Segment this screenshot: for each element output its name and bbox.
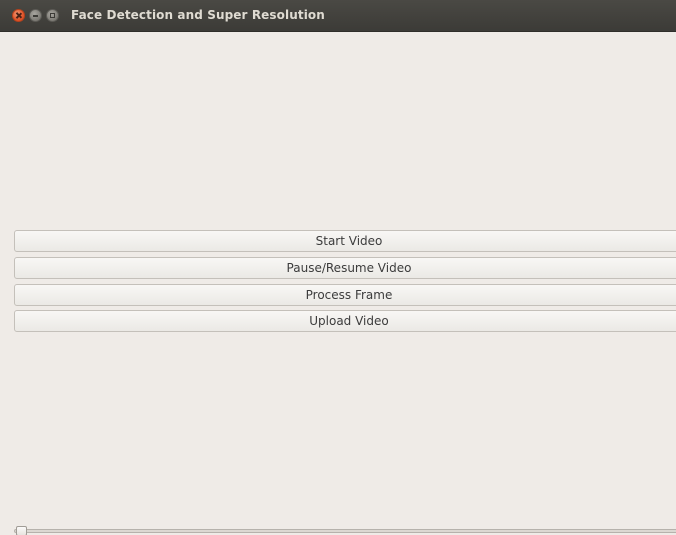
video-position-slider[interactable] bbox=[14, 526, 676, 535]
video-display bbox=[14, 32, 676, 226]
start-video-button[interactable]: Start Video bbox=[14, 230, 676, 252]
title-bar[interactable]: Face Detection and Super Resolution bbox=[0, 0, 676, 32]
process-frame-button[interactable]: Process Frame bbox=[14, 284, 676, 306]
app-window: Face Detection and Super Resolution Star… bbox=[0, 0, 676, 535]
main-content: Start Video Pause/Resume Video Process F… bbox=[0, 32, 676, 535]
maximize-icon[interactable] bbox=[46, 9, 59, 22]
window-title: Face Detection and Super Resolution bbox=[71, 8, 325, 22]
slider-handle[interactable] bbox=[16, 526, 27, 535]
close-icon[interactable] bbox=[12, 9, 25, 22]
minimize-icon[interactable] bbox=[29, 9, 42, 22]
pause-resume-video-button[interactable]: Pause/Resume Video bbox=[14, 257, 676, 279]
slider-groove bbox=[14, 529, 676, 533]
upload-video-button[interactable]: Upload Video bbox=[14, 310, 676, 332]
